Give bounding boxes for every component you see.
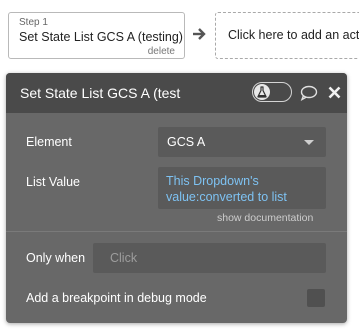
delete-step-link[interactable]: delete [148,46,175,57]
element-dropdown[interactable]: GCS A [158,127,326,157]
close-icon[interactable] [328,86,341,99]
step-number: Step 1 [19,17,48,28]
test-mode-toggle[interactable] [252,82,292,102]
action-editor-panel: Set State List GCS A (test Element GCS A… [6,73,347,323]
panel-header: Set State List GCS A (test [6,73,347,113]
workflow-step-card[interactable]: Step 1 Set State List GCS A (testing) de… [8,12,185,59]
comment-icon[interactable] [300,85,318,101]
element-label: Element [26,135,72,149]
panel-title: Set State List GCS A (test [20,85,181,101]
only-when-label: Only when [26,251,86,265]
show-documentation-link[interactable]: show documentation [217,212,313,224]
only-when-input[interactable]: Click [93,243,326,273]
breakpoint-checkbox[interactable] [307,289,325,307]
step-title: Set State List GCS A (testing) [19,30,183,44]
chevron-down-icon [304,140,314,145]
only-when-placeholder: Click [110,251,138,265]
arrow-right-icon [193,28,206,40]
toggle-knob [254,84,270,100]
add-action-card[interactable]: Click here to add an acti [215,12,359,59]
breakpoint-label: Add a breakpoint in debug mode [26,291,207,305]
element-dropdown-value: GCS A [167,135,206,149]
list-value-expression: This Dropdown's value:converted to list [166,174,287,204]
add-action-label: Click here to add an acti [228,28,359,42]
list-value-expression-field[interactable]: This Dropdown's value:converted to list [158,167,326,209]
divider [6,231,347,232]
flask-icon [257,86,267,98]
list-value-label: List Value [26,175,80,189]
